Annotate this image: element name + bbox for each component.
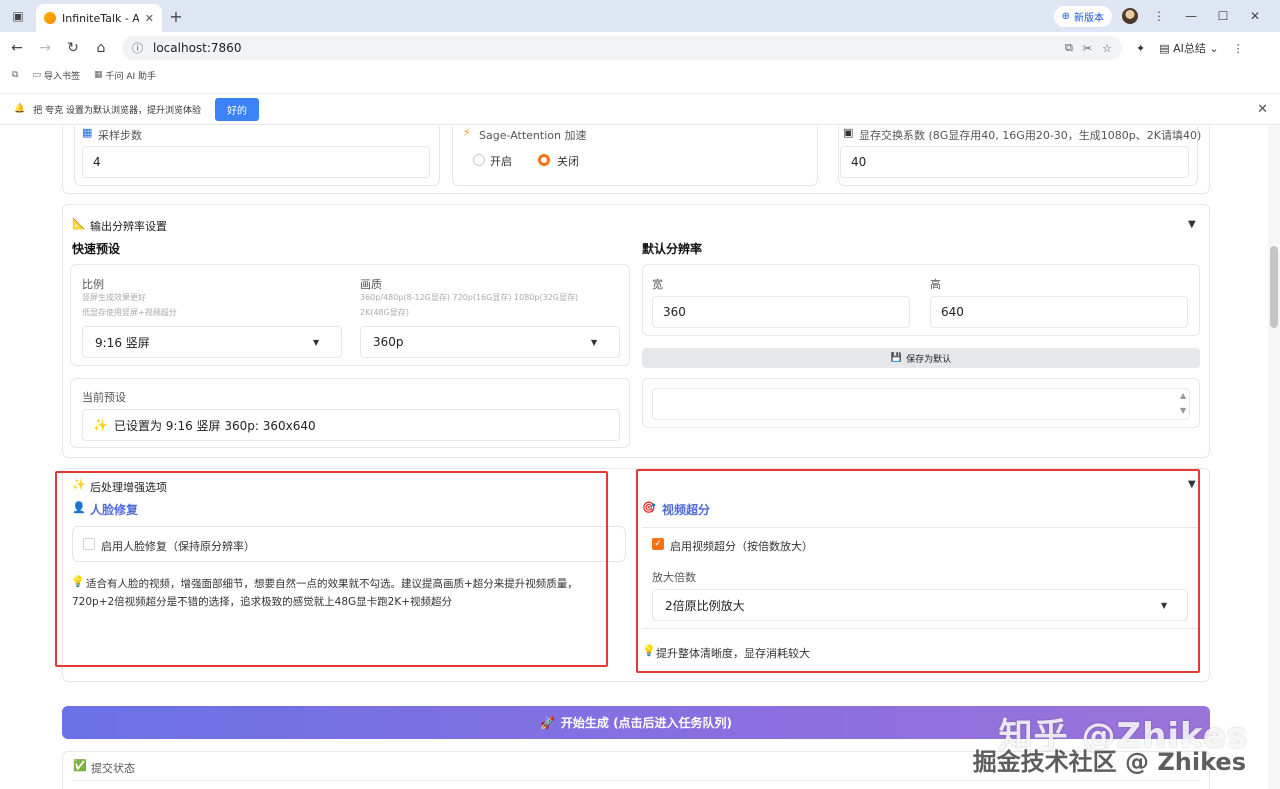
- page-scrollbar[interactable]: [1268, 126, 1280, 789]
- save-default-button[interactable]: 💾 保存为默认: [642, 348, 1200, 368]
- notify-close-icon[interactable]: ✕: [1257, 102, 1268, 117]
- back-icon[interactable]: ←: [10, 40, 24, 56]
- sage-label: Sage-Attention 加速: [479, 129, 587, 142]
- ratio-hint-1: 竖屏生成效果更好: [82, 293, 146, 302]
- quick-preset-heading: 快速预设: [72, 242, 121, 256]
- steps-icon: ▦: [82, 126, 93, 139]
- lightning-icon: ⚡: [463, 126, 471, 139]
- install-app-icon[interactable]: ⧉: [1065, 41, 1073, 55]
- textbox-scroll-up-icon[interactable]: ▲: [1180, 391, 1186, 400]
- swap-label: 显存交换系数 (8G显存用40, 16G用20-30，生成1080p、2K请填4…: [859, 129, 1202, 142]
- forward-icon[interactable]: →: [38, 40, 52, 56]
- rocket-icon: 🚀: [539, 715, 555, 730]
- memory-icon: ▣: [843, 126, 854, 139]
- bookmark-qianwen-label: 千问 AI 助手: [105, 71, 157, 82]
- save-default-label: 保存为默认: [906, 354, 952, 365]
- ratio-select-value: 9:16 竖屏: [95, 335, 150, 350]
- page-viewport: ▦ 采样步数 4 ⚡ Sage-Attention 加速 开启 关闭 ▣ 显存交…: [0, 126, 1268, 789]
- face-restore-highlight: [55, 471, 608, 667]
- generate-label: 开始生成 (点击后进入任务队列): [560, 716, 733, 730]
- site-info-icon[interactable]: ⓘ: [132, 40, 143, 56]
- resolution-section-title[interactable]: 输出分辨率设置: [90, 218, 167, 234]
- quality-select[interactable]: 360p: [360, 326, 620, 358]
- height-label: 高: [930, 278, 941, 291]
- textbox-scroll-down-icon[interactable]: ▼: [1180, 406, 1186, 415]
- home-icon[interactable]: ⌂: [94, 40, 108, 56]
- reload-icon[interactable]: ↻: [66, 40, 80, 56]
- ai-summary-button[interactable]: ▤ AI总结 ⌄: [1159, 40, 1218, 56]
- ruler-icon: 📐: [72, 217, 86, 230]
- avatar[interactable]: [1122, 8, 1138, 24]
- ratio-dropdown-icon[interactable]: ▼: [313, 338, 319, 347]
- tab-overview-icon[interactable]: ▣: [0, 0, 36, 32]
- extensions-icon[interactable]: ✦: [1136, 42, 1145, 55]
- height-input[interactable]: 640: [930, 296, 1188, 328]
- translate-icon[interactable]: ✂: [1083, 42, 1092, 55]
- quality-label: 画质: [360, 278, 382, 291]
- notify-ok-button[interactable]: 好的: [214, 97, 259, 121]
- update-icon: ⊕: [1061, 10, 1070, 22]
- bookmark-star-icon[interactable]: ☆: [1102, 42, 1112, 55]
- sage-off-label[interactable]: 关闭: [557, 153, 579, 169]
- window-close-button[interactable]: ✕: [1244, 9, 1266, 23]
- bookmark-qianwen[interactable]: ▦ 千问 AI 助手: [94, 69, 156, 82]
- quality-hint-1: 360p/480p(8-12G显存) 720p(16G显存) 1080p(32G…: [360, 293, 579, 302]
- quality-dropdown-icon[interactable]: ▼: [591, 338, 597, 347]
- new-version-button[interactable]: ⊕ 新版本: [1053, 5, 1112, 27]
- quality-hint-2: 2K(48G显存): [360, 308, 409, 317]
- bookmark-import-label: 导入书签: [43, 71, 80, 82]
- new-tab-button[interactable]: +: [162, 7, 190, 26]
- watermark-juejin: 掘金技术社区 @ Zhikes: [972, 748, 1246, 776]
- quality-select-value: 360p: [373, 335, 404, 349]
- submit-status-label: 提交状态: [91, 762, 135, 775]
- ratio-label: 比例: [82, 278, 104, 291]
- page-scrollbar-thumb[interactable]: [1270, 246, 1278, 328]
- sage-on-radio[interactable]: [473, 154, 485, 166]
- minimize-button[interactable]: —: [1180, 9, 1202, 23]
- browser-tab[interactable]: InfiniteTalk - AI数 ✕: [36, 4, 162, 32]
- current-preset-display: ✨ 已设置为 9:16 竖屏 360p: 360x640: [82, 409, 620, 441]
- more-menu-icon[interactable]: ⋮: [1233, 42, 1244, 55]
- menu-icon[interactable]: ⋮: [1148, 9, 1170, 23]
- tab-close-icon[interactable]: ✕: [145, 12, 154, 25]
- maximize-button[interactable]: ☐: [1212, 9, 1234, 23]
- qianwen-icon: ▦: [93, 70, 103, 80]
- browser-tabbar: ▣ InfiniteTalk - AI数 ✕ + ⊕ 新版本 ⋮ — ☐ ✕: [0, 0, 1280, 32]
- save-icon: 💾: [890, 353, 903, 363]
- swap-input[interactable]: 40: [840, 146, 1189, 178]
- super-resolution-highlight: [636, 469, 1200, 673]
- width-label: 宽: [652, 278, 663, 291]
- ratio-select[interactable]: 9:16 竖屏: [82, 326, 342, 358]
- bell-icon: 🔔: [14, 104, 26, 114]
- default-browser-notification: 🔔 把 夸克 设置为默认浏览器，提升浏览体验 好的 ✕: [0, 93, 1280, 125]
- sparkle-icon: ✨: [93, 418, 108, 432]
- width-input[interactable]: 360: [652, 296, 910, 328]
- url-text: localhost:7860: [153, 41, 242, 55]
- new-version-label: 新版本: [1074, 12, 1104, 24]
- ai-summary-label: AI总结: [1173, 42, 1206, 55]
- ratio-hint-2: 低显存使用竖屏+视频超分: [82, 308, 177, 317]
- sage-off-radio[interactable]: [538, 154, 550, 166]
- collapse-caret-icon[interactable]: ▼: [1188, 219, 1196, 230]
- url-bar[interactable]: ⓘ localhost:7860 ⧉ ✂ ☆: [122, 36, 1122, 60]
- bookmarks-bar: ⧉ ▭ 导入书签 ▦ 千问 AI 助手: [0, 64, 1280, 86]
- tab-groups-icon[interactable]: ⧉: [12, 70, 18, 80]
- bookmark-import[interactable]: ▭ 导入书签: [32, 69, 80, 82]
- current-preset-label: 当前预设: [82, 391, 126, 404]
- steps-input[interactable]: 4: [82, 146, 430, 178]
- notify-text: 把 夸克 设置为默认浏览器，提升浏览体验: [33, 105, 201, 116]
- address-toolbar: ← → ↻ ⌂ ⓘ localhost:7860 ⧉ ✂ ☆ ✦ ▤ AI总结 …: [0, 32, 1280, 64]
- tab-title: InfiniteTalk - AI数: [62, 12, 139, 25]
- sage-on-label[interactable]: 开启: [490, 153, 512, 169]
- import-icon: ▭: [32, 70, 41, 80]
- current-preset-text: 已设置为 9:16 竖屏 360p: 360x640: [113, 418, 316, 433]
- tab-favicon-icon: [44, 12, 56, 24]
- check-icon: ✅: [73, 759, 87, 772]
- status-divider: [72, 780, 1200, 781]
- status-textbox[interactable]: [652, 388, 1190, 420]
- steps-label: 采样步数: [98, 129, 142, 142]
- default-res-heading: 默认分辨率: [642, 242, 703, 256]
